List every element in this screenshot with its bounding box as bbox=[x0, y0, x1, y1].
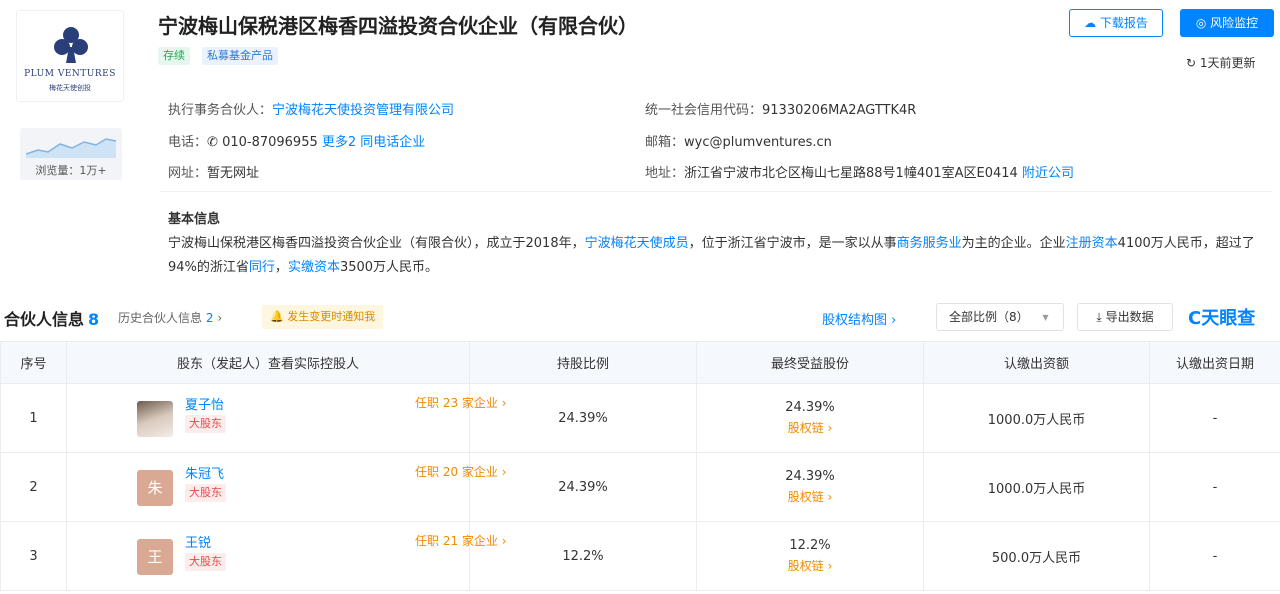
capital-cell: 1000.0万人民币 bbox=[923, 383, 1150, 453]
bell-icon: 🔔 bbox=[270, 310, 284, 323]
industry-link[interactable]: 商务服务业 bbox=[897, 236, 962, 251]
shareholder-name-link[interactable]: 朱冠飞 bbox=[185, 463, 224, 482]
avatar[interactable]: 朱 bbox=[137, 470, 173, 506]
status-badge: 存续 bbox=[158, 47, 190, 65]
major-shareholder-badge: 大股东 bbox=[185, 553, 226, 571]
col-final-ratio-header[interactable]: 最终受益股份 bbox=[696, 341, 924, 384]
capital-cell: 500.0万人民币 bbox=[923, 521, 1150, 591]
views-count: 浏览量：1万+ bbox=[35, 164, 107, 177]
ratio-filter-select[interactable]: 全部比例（8） ▾ bbox=[936, 303, 1064, 331]
equity-chain-link[interactable]: 股权链 › bbox=[697, 557, 923, 574]
company-logo: PLUM VENTURES 梅花天使创投 bbox=[16, 10, 124, 102]
views-box: 浏览量：1万+ bbox=[20, 128, 122, 180]
club-icon bbox=[54, 27, 88, 63]
basic-info-text: 宁波梅山保税港区梅香四溢投资合伙企业（有限合伙），成立于2018年，宁波梅花天使… bbox=[168, 236, 1255, 275]
registered-capital-link[interactable]: 注册资本 bbox=[1066, 236, 1118, 251]
divider bbox=[160, 191, 1272, 192]
shareholder-name-link[interactable]: 夏子怡 bbox=[185, 394, 224, 413]
major-shareholder-badge: 大股东 bbox=[185, 484, 226, 502]
table-row: 1 夏子怡 大股东 任职 23 家企业 › 24.39% 24.39% 股权链 … bbox=[0, 383, 1280, 453]
major-shareholder-badge: 大股东 bbox=[185, 415, 226, 433]
same-phone-link[interactable]: 同电话企业 bbox=[360, 135, 425, 150]
risk-monitor-button[interactable]: ◎ 风险监控 bbox=[1180, 9, 1274, 37]
page-title: 宁波梅山保税港区梅香四溢投资合伙企业（有限合伙） bbox=[158, 14, 638, 38]
cloud-download-icon: ☁ bbox=[1084, 16, 1097, 30]
notify-change-button[interactable]: 🔔 发生变更时通知我 bbox=[262, 305, 384, 329]
brand-logo: C天眼查 bbox=[1188, 308, 1256, 329]
paid-capital-link[interactable]: 实缴资本 bbox=[288, 260, 340, 275]
final-ratio-cell: 12.2% 股权链 › bbox=[696, 521, 924, 591]
equity-chain-link[interactable]: 股权链 › bbox=[697, 488, 923, 505]
trend-sparkline-icon bbox=[26, 138, 116, 158]
logo-text: PLUM VENTURES bbox=[24, 69, 116, 79]
shareholder-cell: 朱 朱冠飞 大股东 任职 20 家企业 › bbox=[66, 452, 507, 522]
history-partners-link[interactable]: 历史合伙人信息 2 › bbox=[118, 309, 222, 326]
phone-more-link[interactable]: 更多2 bbox=[322, 135, 356, 150]
avatar[interactable]: 王 bbox=[137, 539, 173, 575]
email-value[interactable]: wyc@plumventures.cn bbox=[684, 135, 832, 150]
section-title: 合伙人信息 8 bbox=[4, 310, 100, 329]
positions-link[interactable]: 任职 20 家企业 › bbox=[415, 463, 507, 480]
chevron-down-icon: ▾ bbox=[1042, 310, 1049, 324]
credit-code-value: 91330206MA2AGTTK4R bbox=[762, 103, 917, 118]
download-report-button[interactable]: ☁ 下载报告 bbox=[1069, 9, 1163, 37]
refresh-icon: ↻ bbox=[1186, 56, 1197, 70]
brand-c-icon: C bbox=[1188, 308, 1202, 329]
equity-structure-link[interactable]: 股权结构图 › bbox=[822, 309, 896, 328]
info-phone: 电话：✆ 010-87096955 更多2 同电话企业 bbox=[168, 135, 426, 150]
col-shareholder-header[interactable]: 股东（发起人）查看实际控股人 bbox=[66, 341, 470, 384]
info-email: 邮箱：wyc@plumventures.cn bbox=[645, 135, 832, 150]
table-row: 2 朱 朱冠飞 大股东 任职 20 家企业 › 24.39% 24.39% 股权… bbox=[0, 452, 1280, 522]
nearby-companies-link[interactable]: 附近公司 bbox=[1022, 166, 1074, 181]
positions-link[interactable]: 任职 23 家企业 › bbox=[415, 394, 507, 411]
equity-chain-link[interactable]: 股权链 › bbox=[697, 419, 923, 436]
shareholder-cell: 王 王锐 大股东 任职 21 家企业 › bbox=[66, 521, 507, 591]
row-index: 3 bbox=[0, 521, 67, 591]
shareholder-cell: 夏子怡 大股东 任职 23 家企业 › bbox=[66, 383, 507, 453]
col-date-header[interactable]: 认缴出资日期 bbox=[1149, 341, 1280, 384]
type-badge[interactable]: 私募基金产品 bbox=[202, 47, 278, 65]
table-row: 3 王 王锐 大股东 任职 21 家企业 › 12.2% 12.2% 股权链 ›… bbox=[0, 521, 1280, 591]
date-cell: - bbox=[1149, 452, 1280, 522]
date-cell: - bbox=[1149, 383, 1280, 453]
row-index: 2 bbox=[0, 452, 67, 522]
update-status[interactable]: ↻ 1天前更新 bbox=[1186, 54, 1256, 71]
monitor-icon: ◎ bbox=[1195, 16, 1207, 30]
export-data-button[interactable]: ⤓ 导出数据 bbox=[1077, 303, 1173, 331]
final-ratio-cell: 24.39% 股权链 › bbox=[696, 452, 924, 522]
avatar[interactable] bbox=[137, 401, 173, 437]
info-website: 网址：暂无网址 bbox=[168, 166, 260, 181]
website-value: 暂无网址 bbox=[207, 166, 260, 181]
col-capital-header[interactable]: 认缴出资额 bbox=[923, 341, 1150, 384]
capital-cell: 1000.0万人民币 bbox=[923, 452, 1150, 522]
address-value: 浙江省宁波市北仑区梅山七星路88号1幢401室A区E0414 bbox=[684, 166, 1018, 181]
final-ratio-cell: 24.39% 股权链 › bbox=[696, 383, 924, 453]
positions-link[interactable]: 任职 21 家企业 › bbox=[415, 532, 507, 549]
info-address: 地址：浙江省宁波市北仑区梅山七星路88号1幢401室A区E0414 附近公司 bbox=[645, 166, 1074, 181]
col-index-header: 序号 bbox=[0, 341, 67, 384]
date-cell: - bbox=[1149, 521, 1280, 591]
peers-link[interactable]: 同行 bbox=[249, 260, 275, 275]
basic-info-title: 基本信息 bbox=[168, 212, 221, 227]
partners-table: 序号 股东（发起人）查看实际控股人 持股比例 最终受益股份 认缴出资额 认缴出资… bbox=[0, 341, 1280, 591]
info-executive-partner: 执行事务合伙人：宁波梅花天使投资管理有限公司 bbox=[168, 103, 455, 118]
fund-member-link[interactable]: 宁波梅花天使成员 bbox=[585, 236, 689, 251]
row-index: 1 bbox=[0, 383, 67, 453]
logo-subtext: 梅花天使创投 bbox=[49, 84, 91, 92]
executive-partner-link[interactable]: 宁波梅花天使投资管理有限公司 bbox=[272, 103, 454, 118]
col-ratio-header[interactable]: 持股比例 bbox=[469, 341, 697, 384]
export-icon: ⤓ bbox=[1096, 310, 1102, 324]
table-header-row: 序号 股东（发起人）查看实际控股人 持股比例 最终受益股份 认缴出资额 认缴出资… bbox=[0, 341, 1280, 384]
info-credit-code: 统一社会信用代码：91330206MA2AGTTK4R bbox=[645, 103, 917, 118]
partner-count: 8 bbox=[88, 310, 100, 329]
shareholder-name-link[interactable]: 王锐 bbox=[185, 532, 211, 551]
phone-icon: ✆ bbox=[207, 135, 218, 150]
chevron-right-icon: › bbox=[217, 311, 223, 325]
phone-value: 010-87096955 bbox=[222, 135, 318, 150]
